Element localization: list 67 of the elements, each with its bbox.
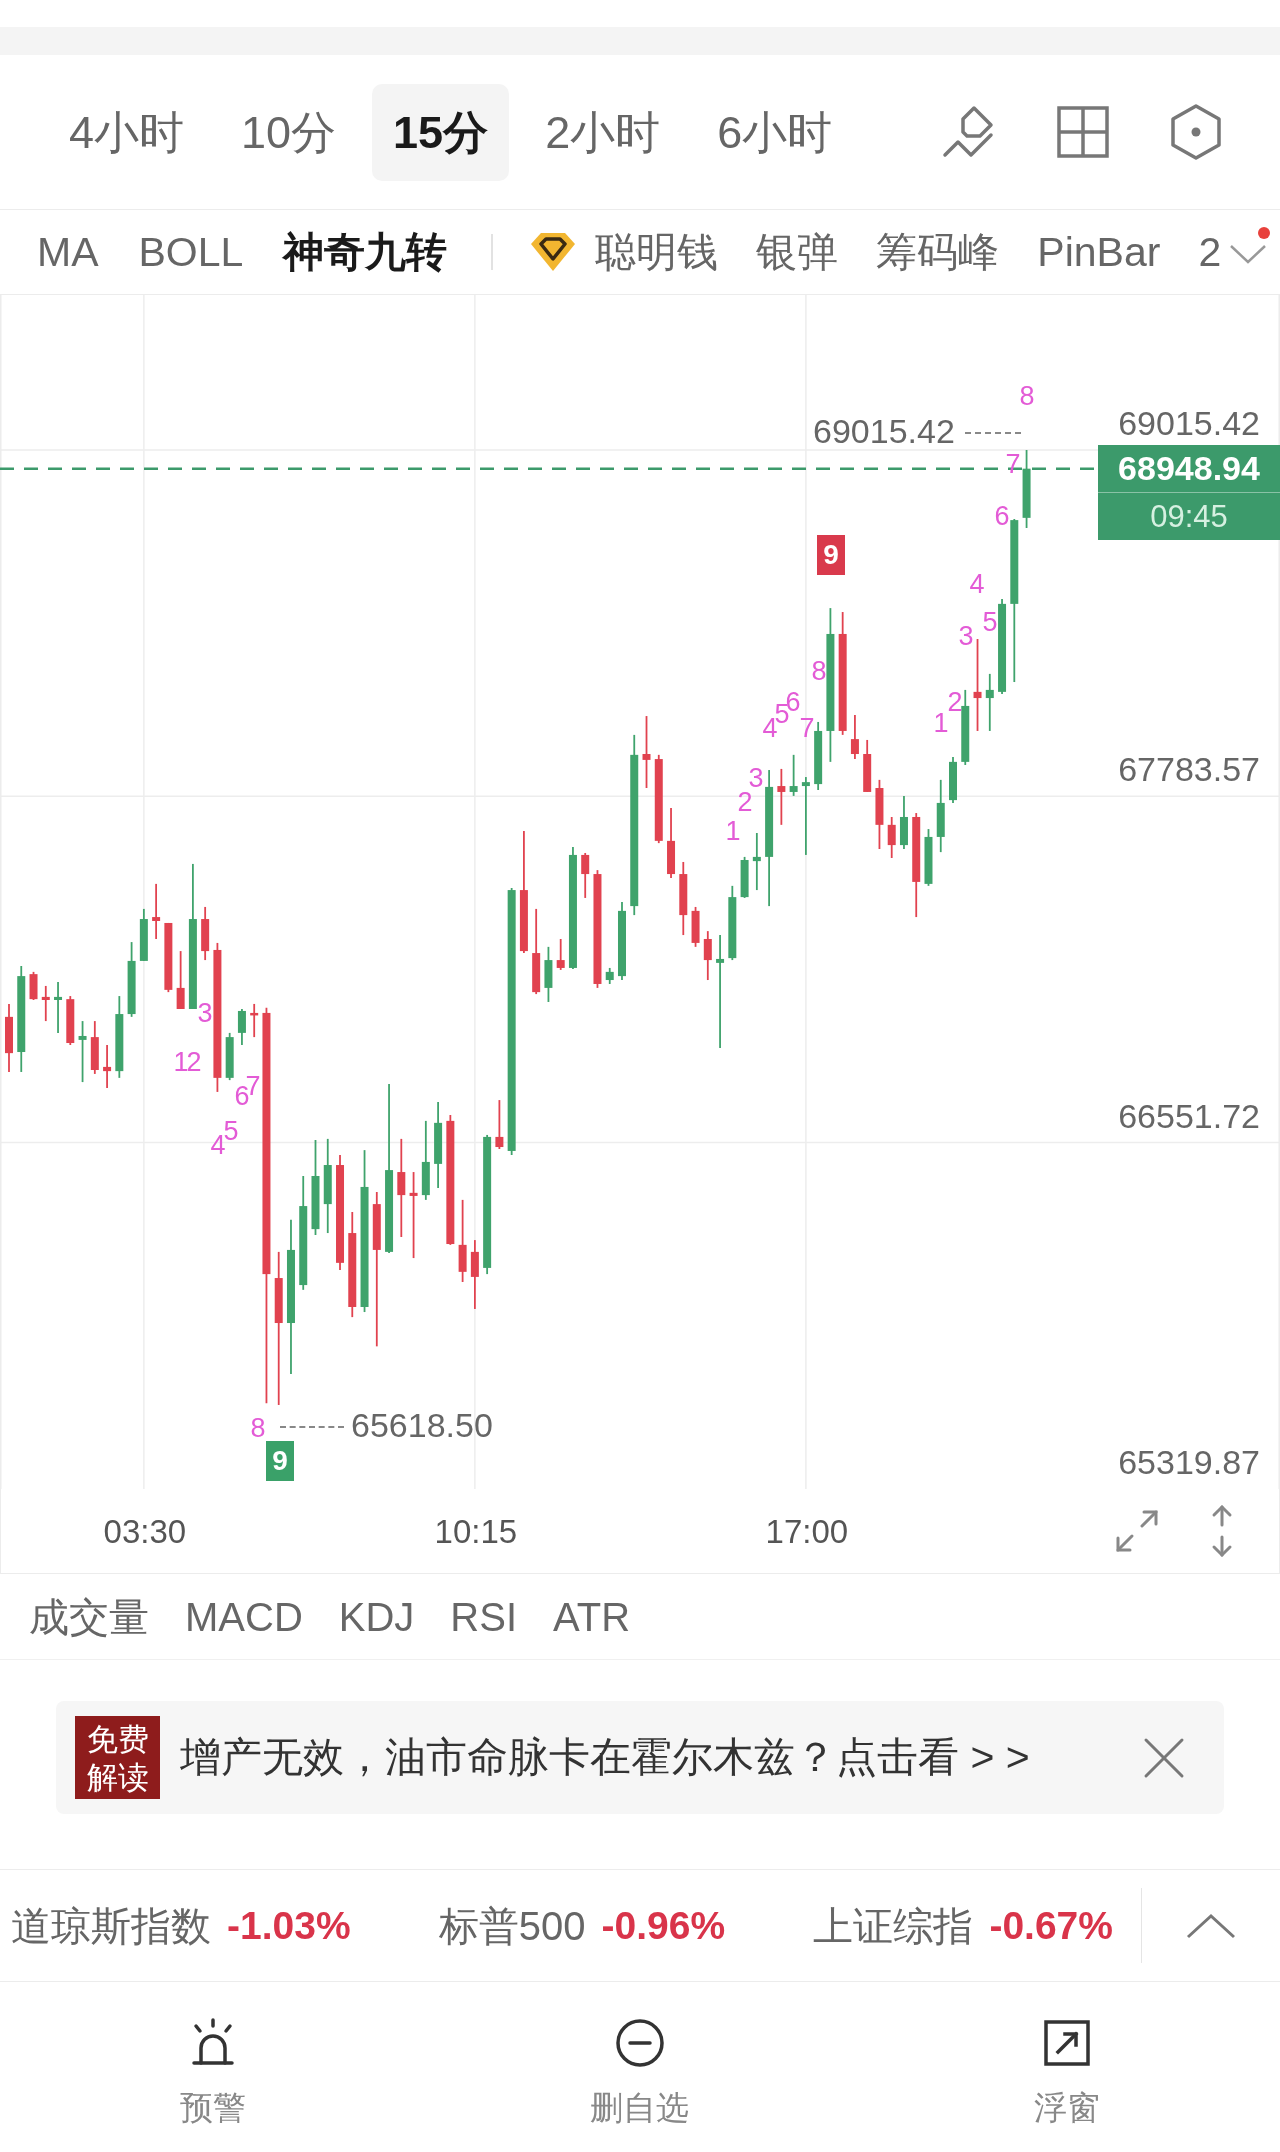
td-count-label: 8 [250, 1414, 266, 1442]
more-indicators-button[interactable] [1228, 242, 1268, 266]
time-axis-label: 10:15 [434, 1514, 518, 1548]
indicator-tab[interactable]: 2 [1198, 231, 1222, 273]
ticker-name: 标普500 [438, 1905, 586, 1946]
chevron-down-icon [1228, 242, 1268, 266]
td-count-label: 6 [994, 502, 1010, 530]
news-headline[interactable]: 增产无效，油市命脉卡在霍尔木兹？点击看 > > [180, 1726, 1030, 1789]
low-price-label: 65618.50 [351, 1405, 493, 1445]
td-signal-badge: 9 [266, 1441, 294, 1481]
indicator-tab[interactable]: 成交量 [29, 1596, 149, 1637]
indicator-tab[interactable]: MA [37, 231, 99, 273]
td-count-label: 8 [1019, 382, 1035, 410]
td-count-label: 1 [725, 817, 741, 845]
td-count-label: 3 [958, 622, 974, 650]
ticker-change: -0.96% [601, 1906, 726, 1945]
ticker-name: 道琼斯指数 [11, 1905, 211, 1946]
leader-line [280, 1426, 344, 1428]
td-count-label: 5 [982, 608, 998, 636]
interval-tab[interactable]: 6小时 [696, 83, 854, 181]
grid-layout-icon[interactable] [1054, 103, 1112, 161]
high-price-label: 69015.42 [813, 411, 955, 451]
nav-button[interactable]: 预警 [180, 2017, 247, 2124]
interval-tab[interactable]: 10分 [220, 83, 358, 181]
ticker-change: -1.03% [227, 1906, 351, 1945]
current-price: 68948.94 [1117, 448, 1261, 490]
price-axis-label: 69015.42 [1118, 402, 1260, 443]
indicator-tab[interactable]: 聪明钱 [595, 231, 719, 273]
td-count-label: 1 [933, 709, 949, 737]
nav-button[interactable]: 浮窗 [1033, 2017, 1100, 2124]
price-axis-label: 67783.57 [1118, 749, 1260, 790]
indicator-tab[interactable]: PinBar [1037, 231, 1161, 273]
indicator-tab[interactable]: ATR [553, 1596, 631, 1637]
price-axis-label: 66551.72 [1118, 1095, 1260, 1136]
free-read-badge: 免费解读 [75, 1716, 160, 1799]
nav-button[interactable]: 删自选 [590, 2017, 690, 2124]
countdown-timer: 09:45 [1149, 497, 1229, 536]
indicator-tab[interactable]: 筹码峰 [876, 231, 1000, 273]
td-count-label: 4 [762, 714, 778, 742]
news-banner[interactable]: 免费解读 增产无效，油市命脉卡在霍尔木兹？点击看 > > [56, 1701, 1224, 1814]
time-axis-label: 03:30 [103, 1514, 187, 1548]
indicator-tab[interactable]: 神奇九转 [283, 231, 448, 273]
ticker-change: -0.67% [989, 1906, 1113, 1945]
indicator-tab[interactable]: MACD [185, 1596, 303, 1637]
td-count-label: 4 [969, 570, 985, 598]
td-count-label: 3 [197, 999, 213, 1027]
td-count-label: 5 [223, 1117, 239, 1145]
td-count-label: 1 [173, 1048, 189, 1076]
indicator-tab[interactable]: RSI [450, 1596, 518, 1637]
time-axis-label: 17:00 [765, 1514, 849, 1548]
td-signal-badge: 9 [817, 535, 845, 575]
td-count-label: 8 [811, 657, 827, 685]
leader-line [965, 432, 1021, 434]
interval-tab[interactable]: 2小时 [524, 83, 682, 181]
td-count-label: 4 [210, 1131, 226, 1159]
minus-circle-icon [614, 2017, 666, 2069]
interval-tab[interactable]: 15分 [372, 83, 510, 181]
chevron-up-icon[interactable] [1185, 1911, 1237, 1940]
td-count-label: 2 [947, 688, 963, 716]
td-count-label: 7 [799, 714, 815, 742]
indicator-tab[interactable]: BOLL [138, 231, 244, 273]
interval-tab[interactable]: 4小时 [48, 83, 206, 181]
indicator-tab[interactable]: KDJ [338, 1596, 415, 1637]
diamond-icon [529, 231, 578, 273]
ticker-name: 上证综指 [813, 1905, 974, 1946]
price-axis-label: 65319.87 [1118, 1441, 1260, 1482]
indicator-tab[interactable]: 银弹 [756, 231, 839, 273]
